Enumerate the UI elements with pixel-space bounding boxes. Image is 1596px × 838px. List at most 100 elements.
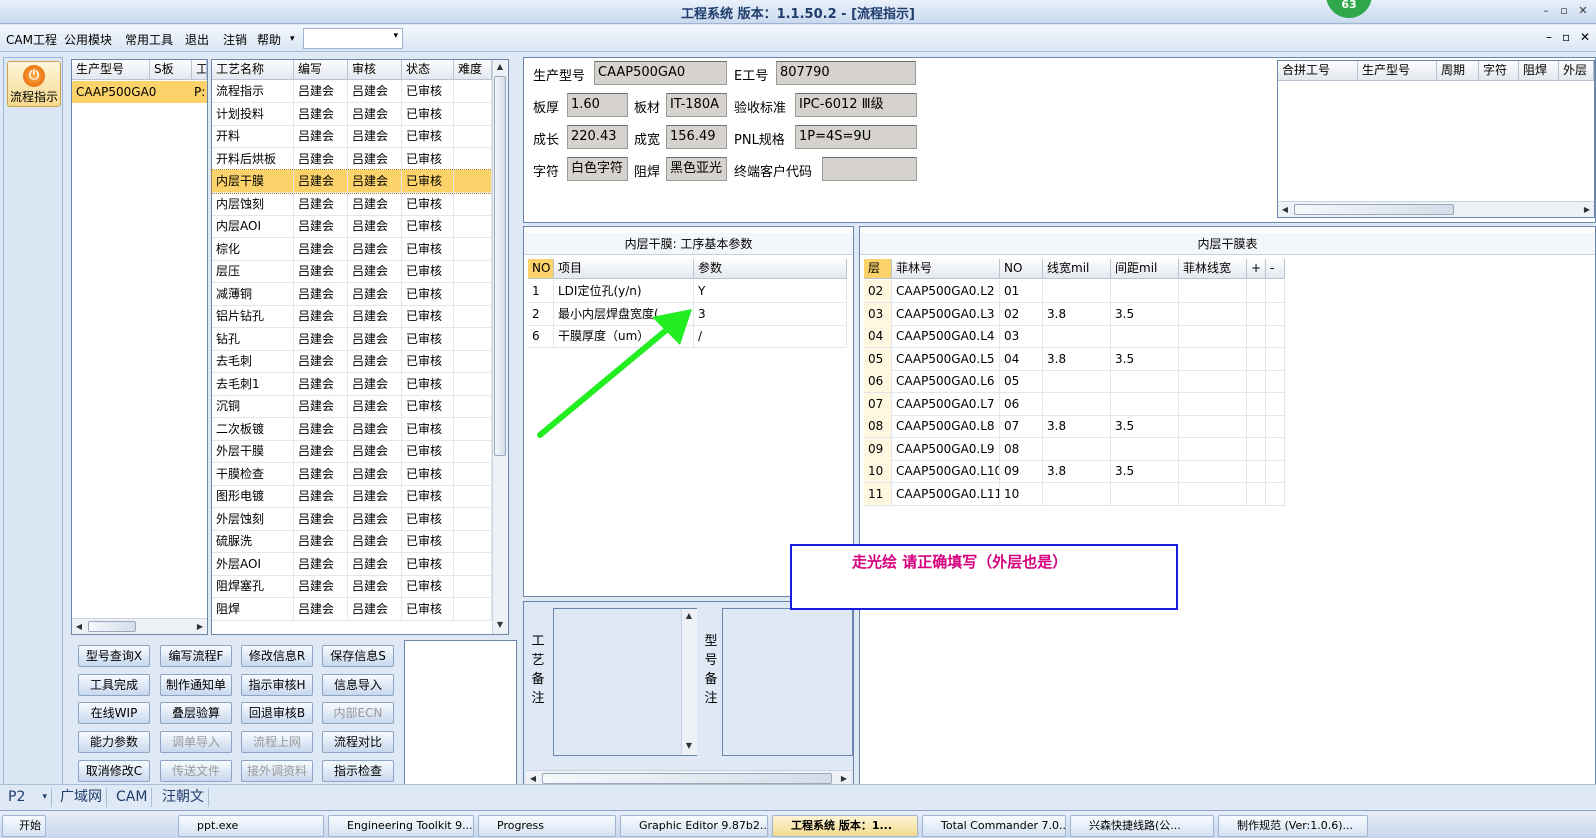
menu-common-module[interactable]: 公用模块 <box>64 31 112 48</box>
table-row[interactable]: 10 CAAP500GA0.L10 09 3.8 3.5 <box>860 460 1285 483</box>
taskbar-item[interactable]: 工程系统 版本：1... <box>772 815 918 837</box>
action-button[interactable]: 指示审核H <box>241 673 313 696</box>
scroll-right-icon[interactable]: ▶ <box>1580 205 1594 214</box>
field-thickness[interactable]: 1.60 <box>567 93 628 117</box>
table-row[interactable]: 图形电镀 吕建会 吕建会 已审核 <box>212 485 492 508</box>
table-row[interactable]: 减薄铜 吕建会 吕建会 已审核 <box>212 282 492 306</box>
process-vscroll[interactable]: ▲ ▼ <box>492 60 508 634</box>
scroll-thumb[interactable] <box>494 76 506 456</box>
status-combo[interactable]: P2 ▾ <box>4 788 52 807</box>
table-row[interactable]: CAAP500GA0 P: <box>72 81 207 103</box>
field-mask[interactable]: 黑色亚光 <box>666 157 727 181</box>
field-char[interactable]: 白色字符 <box>567 157 628 181</box>
col-header-status[interactable]: 状态 <box>402 60 454 80</box>
action-button[interactable]: 能力参数 <box>78 731 150 754</box>
scroll-down-icon[interactable]: ▼ <box>493 620 507 629</box>
col-header-film-no[interactable]: 菲林号 <box>892 259 1000 279</box>
col-header-difficulty[interactable]: 难度 <box>454 60 492 80</box>
field-eno[interactable]: 807790 <box>776 61 916 85</box>
table-row[interactable]: 内层干膜 吕建会 吕建会 已审核 <box>211 169 493 194</box>
table-row[interactable]: 04 CAAP500GA0.L4 03 <box>860 325 1285 348</box>
order-hscroll[interactable]: ◀ ▶ <box>72 618 207 634</box>
table-row[interactable]: 07 CAAP500GA0.L7 06 <box>860 392 1285 416</box>
col-header-no[interactable]: NO <box>528 259 554 279</box>
scroll-down-icon[interactable]: ▼ <box>682 741 696 750</box>
action-button[interactable]: 制作通知单 <box>160 673 232 696</box>
menu-tools[interactable]: 常用工具 <box>125 31 173 48</box>
table-row[interactable]: 沉铜 吕建会 吕建会 已审核 <box>212 395 492 418</box>
col-header-cycle[interactable]: 周期 <box>1437 61 1479 81</box>
minimize-icon[interactable]: – <box>1539 4 1553 18</box>
action-button[interactable]: 叠层验算 <box>160 702 232 725</box>
action-button[interactable]: 指示检查 <box>322 759 394 782</box>
table-row[interactable]: 06 CAAP500GA0.L6 05 <box>860 370 1285 393</box>
scroll-right-icon[interactable]: ▶ <box>837 774 851 783</box>
remove-column-button[interactable]: - <box>1266 259 1285 279</box>
col-header-outer[interactable]: 外层 <box>1559 61 1594 81</box>
action-button[interactable]: 保存信息S <box>322 645 394 667</box>
action-button[interactable]: 流程对比 <box>322 731 394 754</box>
scroll-right-icon[interactable]: ▶ <box>193 622 207 631</box>
table-row[interactable]: 05 CAAP500GA0.L5 04 3.8 3.5 <box>860 347 1285 371</box>
table-row[interactable]: 钻孔 吕建会 吕建会 已审核 <box>212 327 492 351</box>
col-header-process[interactable]: 工艺名称 <box>212 60 294 80</box>
table-row[interactable]: 流程指示 吕建会 吕建会 已审核 <box>212 80 492 103</box>
table-row[interactable]: 棕化 吕建会 吕建会 已审核 <box>212 237 492 261</box>
field-standard[interactable]: IPC-6012 Ⅲ级 <box>795 93 917 117</box>
chevron-down-icon[interactable]: ▾ <box>290 34 295 44</box>
col-header-combine-no[interactable]: 合拼工号 <box>1278 61 1358 81</box>
taskbar-item[interactable]: 制作规范 (Ver:1.0.6)... <box>1218 815 1368 837</box>
scroll-left-icon[interactable]: ◀ <box>72 622 86 631</box>
taskbar-item[interactable]: Engineering Toolkit 9... <box>328 815 474 837</box>
field-model[interactable]: CAAP500GA0 <box>594 61 727 85</box>
scroll-up-icon[interactable]: ▲ <box>493 62 507 71</box>
field-pnl[interactable]: 1P=4S=9U <box>795 125 917 149</box>
col-header-no[interactable]: NO <box>1000 259 1043 279</box>
table-row[interactable]: 计划投料 吕建会 吕建会 已审核 <box>212 102 492 126</box>
action-button[interactable]: 在线WIP <box>78 702 150 725</box>
table-row[interactable]: 11 CAAP500GA0.L11 10 <box>860 482 1285 506</box>
table-row[interactable]: 阻焊 吕建会 吕建会 已审核 <box>212 597 492 621</box>
menu-combo[interactable]: ▾ <box>303 28 403 49</box>
col-header-reviewer[interactable]: 审核 <box>348 60 402 80</box>
action-button[interactable]: 编写流程F <box>160 645 232 667</box>
col-header-line-width[interactable]: 线宽mil <box>1043 259 1111 279</box>
close-icon[interactable]: ✕ <box>1576 4 1590 18</box>
scroll-left-icon[interactable]: ◀ <box>526 774 540 783</box>
col-header-item[interactable]: 项目 <box>554 259 694 279</box>
taskbar-item[interactable]: ppt.exe <box>178 815 324 837</box>
model-remark-box[interactable] <box>722 608 853 756</box>
field-customer[interactable] <box>822 157 917 181</box>
action-button[interactable]: 工具完成 <box>78 673 150 696</box>
col-header-writer[interactable]: 编写 <box>294 60 348 80</box>
col-header-model[interactable]: 生产型号 <box>72 60 150 80</box>
table-row[interactable]: 外层干膜 吕建会 吕建会 已审核 <box>212 440 492 463</box>
action-button[interactable]: 回退审核B <box>241 702 313 725</box>
table-row[interactable]: 08 CAAP500GA0.L8 07 3.8 3.5 <box>860 415 1285 438</box>
scroll-up-icon[interactable]: ▲ <box>682 611 696 620</box>
mdi-close-icon[interactable]: ✕ <box>1580 30 1590 44</box>
menu-exit[interactable]: 退出 <box>185 31 209 48</box>
taskbar-item[interactable]: Total Commander 7.0... <box>922 815 1066 837</box>
flow-indication-button[interactable]: ⏻ 流程指示 <box>7 61 61 107</box>
table-row[interactable]: 硫脲洗 吕建会 吕建会 已审核 <box>212 530 492 553</box>
table-row[interactable]: 去毛刺 吕建会 吕建会 已审核 <box>212 350 492 373</box>
add-column-button[interactable]: + <box>1247 259 1266 279</box>
action-button[interactable]: 信息导入 <box>322 673 394 696</box>
col-header-mask[interactable]: 阻焊 <box>1519 61 1559 81</box>
scroll-left-icon[interactable]: ◀ <box>1278 205 1292 214</box>
col-header-layer[interactable]: 层 <box>864 259 892 279</box>
col-header-spacing[interactable]: 间距mil <box>1111 259 1179 279</box>
start-button[interactable]: 开始 <box>2 815 46 837</box>
action-button[interactable]: 取消修改C <box>78 759 150 782</box>
table-row[interactable]: 二次板镀 吕建会 吕建会 已审核 <box>212 417 492 441</box>
table-row[interactable]: 开料后烘板 吕建会 吕建会 已审核 <box>212 147 492 171</box>
menu-help[interactable]: 帮助 <box>257 31 281 48</box>
table-row[interactable]: 开料 吕建会 吕建会 已审核 <box>212 125 492 148</box>
taskbar-item[interactable]: Graphic Editor 9.87b2... <box>620 815 768 837</box>
scroll-thumb[interactable] <box>88 621 136 632</box>
field-length[interactable]: 220.43 <box>567 125 628 149</box>
table-row[interactable]: 阻焊塞孔 吕建会 吕建会 已审核 <box>212 575 492 598</box>
table-row[interactable]: 09 CAAP500GA0.L9 08 <box>860 437 1285 461</box>
taskbar-item[interactable]: 兴森快捷线路(公... <box>1070 815 1214 837</box>
